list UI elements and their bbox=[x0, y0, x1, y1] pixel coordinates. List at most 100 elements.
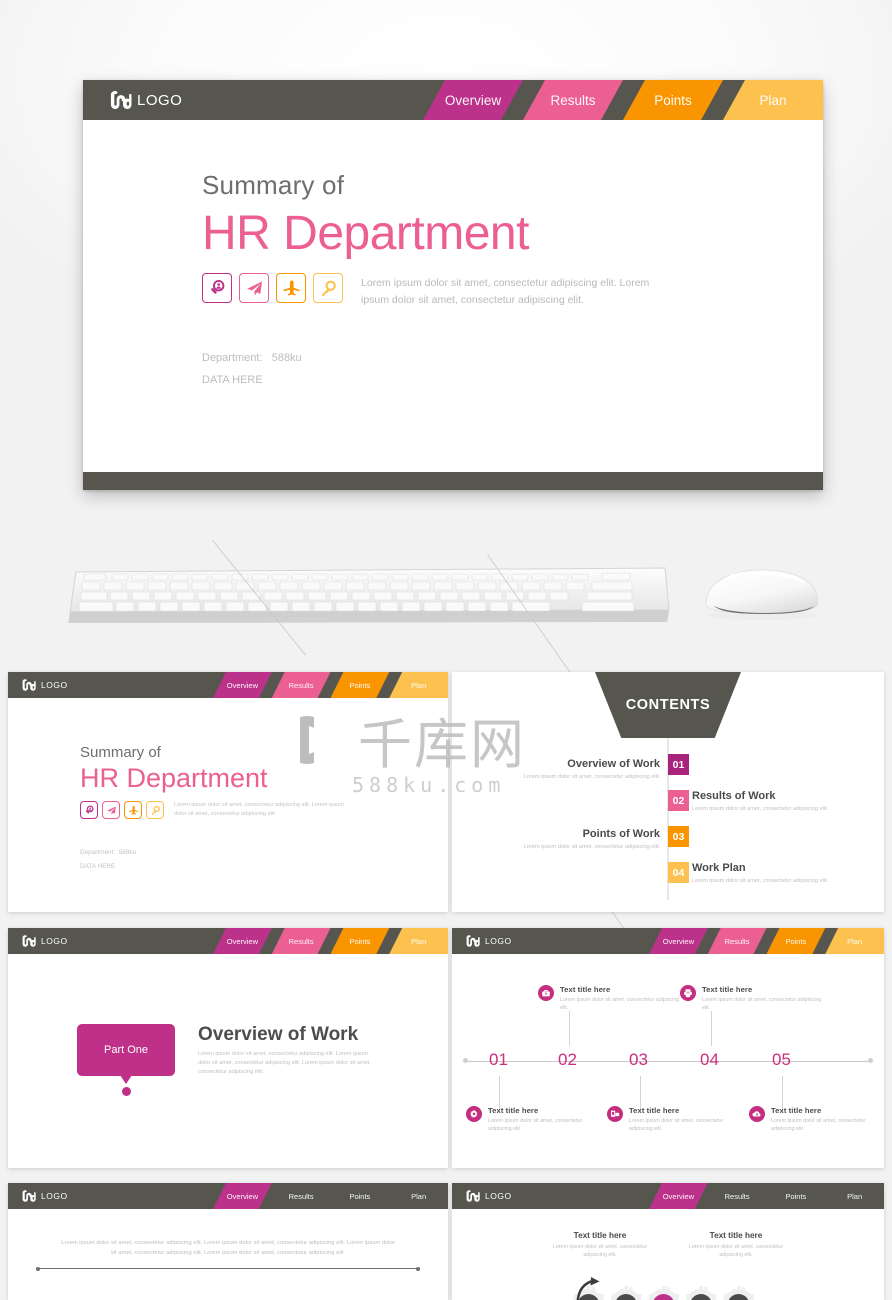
nav-item-overview[interactable]: Overview bbox=[213, 928, 272, 954]
nav-items: Overview Results Points Plan bbox=[649, 928, 884, 954]
logo[interactable]: LOGO bbox=[22, 679, 68, 691]
logo[interactable]: LOGO bbox=[466, 1190, 512, 1202]
slide-timeline[interactable]: LOGO Overview Results Points Plan 01 02 … bbox=[452, 928, 884, 1168]
part-one-badge[interactable]: Part One bbox=[77, 1024, 175, 1096]
user-search-icon[interactable] bbox=[202, 273, 232, 304]
timeline-item-02[interactable]: Text title here Lorem ipsum dolor sit am… bbox=[538, 985, 688, 1012]
nav-item-results[interactable]: Results bbox=[523, 80, 623, 120]
timeline-step-04[interactable]: 04 bbox=[700, 1050, 719, 1070]
nav-item-results[interactable]: Results bbox=[707, 928, 767, 954]
nav-item-overview[interactable]: Overview bbox=[213, 1183, 272, 1209]
keyboard-image bbox=[68, 567, 670, 623]
nav-item-points[interactable]: Points bbox=[331, 1183, 390, 1209]
gear-item-title: Text title here bbox=[573, 1231, 627, 1240]
logo[interactable]: LOGO bbox=[466, 935, 512, 947]
contents-number-01[interactable]: 01 bbox=[668, 754, 689, 775]
nav-item-plan[interactable]: Plan bbox=[389, 1183, 448, 1209]
contents-item-04-text[interactable]: Work Plan Lorem ipsum dolor sit amet, co… bbox=[692, 862, 877, 886]
nav-item-label: Results bbox=[550, 92, 596, 108]
nav-item-label: Plan bbox=[847, 1191, 863, 1201]
contents-number-03[interactable]: 03 bbox=[668, 826, 689, 847]
stumbleupon-logo-icon bbox=[22, 679, 36, 691]
nav-item-overview[interactable]: Overview bbox=[213, 672, 272, 698]
nav-item-plan[interactable]: Plan bbox=[825, 928, 884, 954]
nav-item-overview[interactable]: Overview bbox=[423, 80, 523, 120]
nav-item-plan[interactable]: Plan bbox=[825, 1183, 884, 1209]
slide-title: HR Department bbox=[80, 763, 268, 793]
contents-item-desc: Lorem ipsum dolor sit amet, consectetur … bbox=[692, 806, 829, 812]
nav-item-results[interactable]: Results bbox=[272, 1183, 331, 1209]
slide-part-one[interactable]: LOGO Overview Results Points Plan Part O… bbox=[8, 928, 448, 1168]
gear-row bbox=[573, 1277, 754, 1300]
slide-text[interactable]: LOGO Overview Results Points Plan Lorem … bbox=[8, 1183, 448, 1300]
nav-item-label: Overview bbox=[662, 936, 694, 946]
upload-icon bbox=[749, 1106, 765, 1122]
stumbleupon-logo-icon bbox=[22, 935, 36, 947]
airplane-icon[interactable] bbox=[276, 273, 306, 304]
logo[interactable]: LOGO bbox=[22, 1190, 68, 1202]
nav-item-label: Overview bbox=[662, 1191, 694, 1201]
nav-item-plan[interactable]: Plan bbox=[389, 928, 448, 954]
key-icon[interactable] bbox=[146, 801, 164, 820]
timeline-item-03[interactable]: Text title here Lorem ipsum dolor sit am… bbox=[607, 1106, 747, 1133]
logo[interactable]: LOGO bbox=[22, 935, 68, 947]
contents-item-03-text[interactable]: Points of Work Lorem ipsum dolor sit ame… bbox=[452, 828, 668, 852]
timeline-item-01[interactable]: Text title here Lorem ipsum dolor sit am… bbox=[466, 1106, 606, 1133]
contents-number-02[interactable]: 02 bbox=[668, 790, 689, 811]
timeline-item-desc: Lorem ipsum dolor sit amet, consectetur … bbox=[488, 1118, 583, 1133]
contents-item-title: Work Plan bbox=[692, 862, 746, 874]
timeline-item-05[interactable]: Text title here Lorem ipsum dolor sit am… bbox=[749, 1106, 884, 1133]
nav-item-points[interactable]: Points bbox=[330, 928, 390, 954]
airplane-icon[interactable] bbox=[124, 801, 142, 820]
timeline-step-01[interactable]: 01 bbox=[489, 1050, 508, 1070]
nav-item-label: Points bbox=[349, 1191, 371, 1201]
hero-slide[interactable]: LOGO Overview Results Points Plan Summar… bbox=[83, 80, 823, 490]
timeline-item-title: Text title here bbox=[702, 985, 753, 994]
gear-item-1[interactable]: Text title here Lorem ipsum dolor sit am… bbox=[552, 1231, 648, 1259]
timeline-axis-cap-right bbox=[868, 1058, 873, 1063]
slide-thumb-title[interactable]: LOGO Overview Results Points Plan Summar… bbox=[8, 672, 448, 912]
key-icon[interactable] bbox=[313, 273, 343, 304]
contents-item-desc: Lorem ipsum dolor sit amet, consectetur … bbox=[692, 878, 829, 884]
gear-item-2[interactable]: Text title here Lorem ipsum dolor sit am… bbox=[688, 1231, 784, 1259]
navbar: LOGO Overview Results Points Plan bbox=[452, 928, 884, 954]
nav-item-overview[interactable]: Overview bbox=[649, 1183, 708, 1209]
paper-plane-icon[interactable] bbox=[239, 273, 269, 304]
contents-item-02-text[interactable]: Results of Work Lorem ipsum dolor sit am… bbox=[692, 790, 877, 814]
nav-items: Overview Results Points Plan bbox=[649, 1183, 884, 1209]
user-search-icon[interactable] bbox=[80, 801, 98, 820]
nav-item-points[interactable]: Points bbox=[623, 80, 723, 120]
nav-item-points[interactable]: Points bbox=[767, 1183, 826, 1209]
timeline-step-03[interactable]: 03 bbox=[629, 1050, 648, 1070]
nav-item-label: Results bbox=[724, 1191, 750, 1201]
part-one-content: Overview of Work Lorem ipsum dolor sit a… bbox=[198, 1024, 378, 1077]
hero-department-value: 588ku bbox=[271, 351, 302, 364]
nav-item-plan[interactable]: Plan bbox=[723, 80, 823, 120]
timeline-step-05[interactable]: 05 bbox=[772, 1050, 791, 1070]
stumbleupon-logo-icon bbox=[110, 91, 132, 109]
nav-item-overview[interactable]: Overview bbox=[649, 928, 708, 954]
contents-item-01-text[interactable]: Overview of Work Lorem ipsum dolor sit a… bbox=[452, 758, 668, 782]
logo[interactable]: LOGO bbox=[110, 91, 182, 109]
nav-items: Overview Results Points Plan bbox=[213, 672, 448, 698]
slide-data-here: DATA HERE bbox=[80, 863, 116, 871]
timeline-item-desc: Lorem ipsum dolor sit amet, consectetur … bbox=[629, 1118, 724, 1133]
part-one-dot bbox=[121, 1087, 131, 1096]
nav-item-results[interactable]: Results bbox=[271, 672, 331, 698]
nav-item-points[interactable]: Points bbox=[330, 672, 390, 698]
slide-contents[interactable]: CONTENTS Overview of Work Lorem ipsum do… bbox=[452, 672, 884, 912]
nav-item-points[interactable]: Points bbox=[766, 928, 826, 954]
logo-label: LOGO bbox=[137, 91, 183, 109]
nav-item-plan[interactable]: Plan bbox=[389, 672, 448, 698]
nav-item-results[interactable]: Results bbox=[708, 1183, 767, 1209]
part-one-title: Overview of Work bbox=[198, 1024, 359, 1045]
timeline-step-02[interactable]: 02 bbox=[558, 1050, 577, 1070]
slide-gears[interactable]: LOGO Overview Results Points Plan Text t… bbox=[452, 1183, 884, 1300]
navbar: LOGO Overview Results Points Plan bbox=[452, 1183, 884, 1209]
timeline-item-04[interactable]: Text title here Lorem ipsum dolor sit am… bbox=[680, 985, 830, 1012]
paper-plane-icon[interactable] bbox=[102, 801, 120, 820]
gear-item-title: Text title here bbox=[709, 1231, 763, 1240]
logo-label: LOGO bbox=[485, 936, 512, 946]
nav-item-results[interactable]: Results bbox=[271, 928, 331, 954]
contents-number-04[interactable]: 04 bbox=[668, 862, 689, 883]
